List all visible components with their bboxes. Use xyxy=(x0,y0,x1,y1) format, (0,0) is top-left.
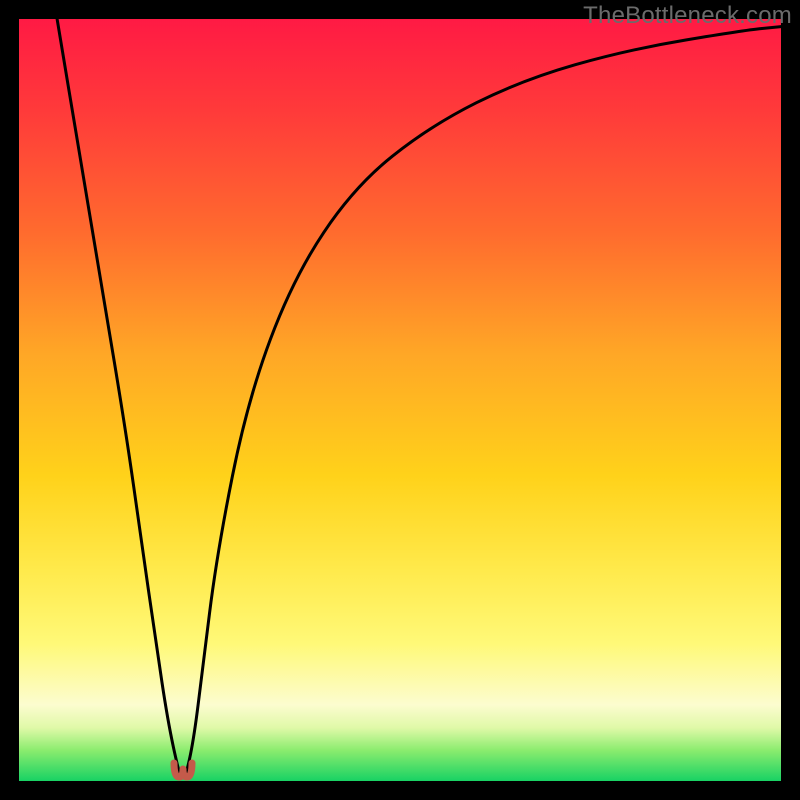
bottleneck-curve xyxy=(57,19,781,776)
chart-frame: TheBottleneck.com xyxy=(0,0,800,800)
optimal-marker xyxy=(170,759,196,781)
curve-svg xyxy=(19,19,781,781)
marker-icon xyxy=(174,763,192,777)
chart-plot-area xyxy=(19,19,781,781)
watermark-text: TheBottleneck.com xyxy=(583,2,792,30)
